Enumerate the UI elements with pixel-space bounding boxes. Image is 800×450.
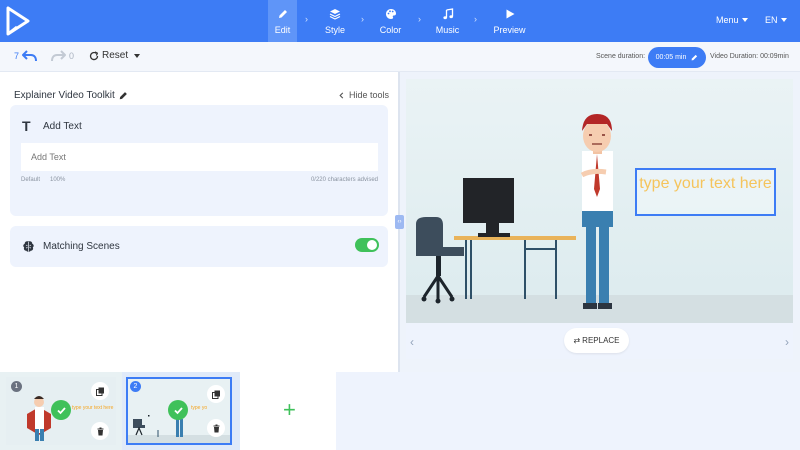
toolkit-title-text: Explainer Video Toolkit (14, 90, 115, 101)
scene-duration-label: Scene duration: (596, 53, 646, 60)
delete-scene-button[interactable] (207, 419, 225, 437)
matching-scenes-title: Matching Scenes (43, 241, 120, 252)
duplicate-scene-button[interactable] (207, 385, 225, 403)
preview-navigation: ‹ ⇄ REPLACE › (406, 323, 793, 359)
timeline-empty-area (336, 372, 800, 450)
font-label[interactable]: Default (21, 177, 40, 183)
step-style[interactable]: Style (322, 0, 348, 42)
add-text-card: T Add Text Default 100% 0/220 characters… (10, 105, 388, 216)
scene-1-thumb-text: type your text here (72, 405, 114, 411)
duplicate-icon (211, 390, 220, 399)
step-music[interactable]: Music (434, 0, 461, 42)
caret-down-icon (780, 18, 787, 22)
step-edit-label: Edit (274, 24, 291, 35)
scene-thumbnail-selected[interactable]: 2 type yo (122, 372, 240, 450)
brain-icon (23, 241, 34, 252)
character-figure (580, 114, 613, 309)
top-navigation-bar: Edit › Style › Color › Music › Preview M… (0, 0, 800, 42)
character-hint: 0/220 characters advised (310, 177, 378, 183)
caret-down-icon (134, 53, 141, 58)
editor-toolbar: 7 0 Reset Scene duration: 00:05 min Vide… (0, 42, 800, 72)
duplicate-icon (95, 387, 104, 396)
step-edit[interactable]: Edit (268, 0, 297, 42)
trash-icon (213, 424, 219, 432)
scene-preview: type your text here (406, 79, 793, 323)
chevron-left-icon (339, 91, 344, 99)
pencil-icon (691, 54, 698, 61)
step-separator: › (418, 14, 421, 24)
step-separator: › (361, 14, 364, 24)
hide-tools-label: Hide tools (349, 90, 390, 100)
scene-duration-value: 00:05 min (655, 54, 687, 61)
step-music-label: Music (435, 24, 460, 35)
step-preview[interactable]: Preview (492, 0, 527, 42)
edit-title-pencil-icon[interactable] (119, 91, 128, 100)
duplicate-scene-button[interactable] (91, 382, 109, 400)
undo-count: 7 (14, 51, 20, 61)
palette-icon (385, 8, 396, 19)
matching-scenes-card: Matching Scenes (10, 226, 388, 267)
scene-text-box[interactable]: type your text here (635, 168, 776, 216)
check-icon (168, 400, 188, 420)
delete-scene-button[interactable] (91, 422, 109, 440)
swap-icon: ⇄ (573, 336, 581, 345)
office-chair (416, 217, 443, 247)
scene-number: 1 (11, 381, 22, 392)
add-text-title: Add Text (43, 121, 82, 132)
step-preview-label: Preview (493, 24, 526, 35)
language-label: EN (765, 15, 778, 25)
scene-thumbnail[interactable]: 1 type your text here (0, 372, 122, 450)
hide-tools-button[interactable]: Hide tools (338, 90, 389, 100)
menu-label: Menu (716, 15, 739, 25)
desk-top (454, 236, 576, 240)
redo-count: 0 (69, 51, 75, 61)
step-separator: › (305, 14, 308, 24)
matching-scenes-toggle[interactable] (355, 238, 379, 252)
replace-label: REPLACE (582, 336, 620, 345)
undo-icon[interactable] (22, 50, 37, 62)
play-icon (506, 9, 514, 18)
step-color-label: Color (379, 24, 402, 35)
desk-legs (465, 240, 557, 299)
add-text-input[interactable] (21, 143, 378, 171)
resize-handle-icon[interactable]: ‹› (395, 215, 404, 229)
reset-dropdown[interactable]: Reset (89, 50, 141, 61)
language-dropdown[interactable]: EN (765, 15, 787, 25)
step-color[interactable]: Color (377, 0, 404, 42)
tools-panel: Explainer Video Toolkit Hide tools T Add… (0, 72, 398, 372)
step-separator: › (474, 14, 477, 24)
reset-label: Reset (102, 50, 129, 61)
pencil-icon (278, 9, 287, 18)
check-icon (51, 400, 71, 420)
toolkit-title: Explainer Video Toolkit (14, 90, 128, 101)
add-scene-plus-icon[interactable]: + (283, 399, 296, 421)
previous-arrow-icon[interactable]: ‹ (410, 335, 414, 349)
replace-button[interactable]: ⇄ REPLACE (564, 328, 629, 353)
scene-2-thumb-text: type yo (191, 405, 208, 411)
layers-icon (329, 8, 341, 20)
scene-duration-button[interactable]: 00:05 min (648, 47, 706, 68)
redo-icon[interactable] (51, 50, 66, 62)
app-logo-icon[interactable] (4, 5, 32, 37)
trash-icon (97, 427, 103, 435)
scene-number: 2 (130, 381, 141, 392)
step-style-label: Style (324, 24, 345, 35)
caret-down-icon (741, 18, 748, 22)
zoom-label[interactable]: 100% (50, 177, 65, 183)
refresh-icon (89, 50, 99, 60)
text-tool-icon: T (22, 118, 31, 134)
next-arrow-icon[interactable]: › (785, 335, 789, 349)
menu-dropdown[interactable]: Menu (716, 15, 748, 25)
music-note-icon (442, 7, 453, 19)
video-duration-text: Video Duration: 00:09min (710, 53, 789, 60)
